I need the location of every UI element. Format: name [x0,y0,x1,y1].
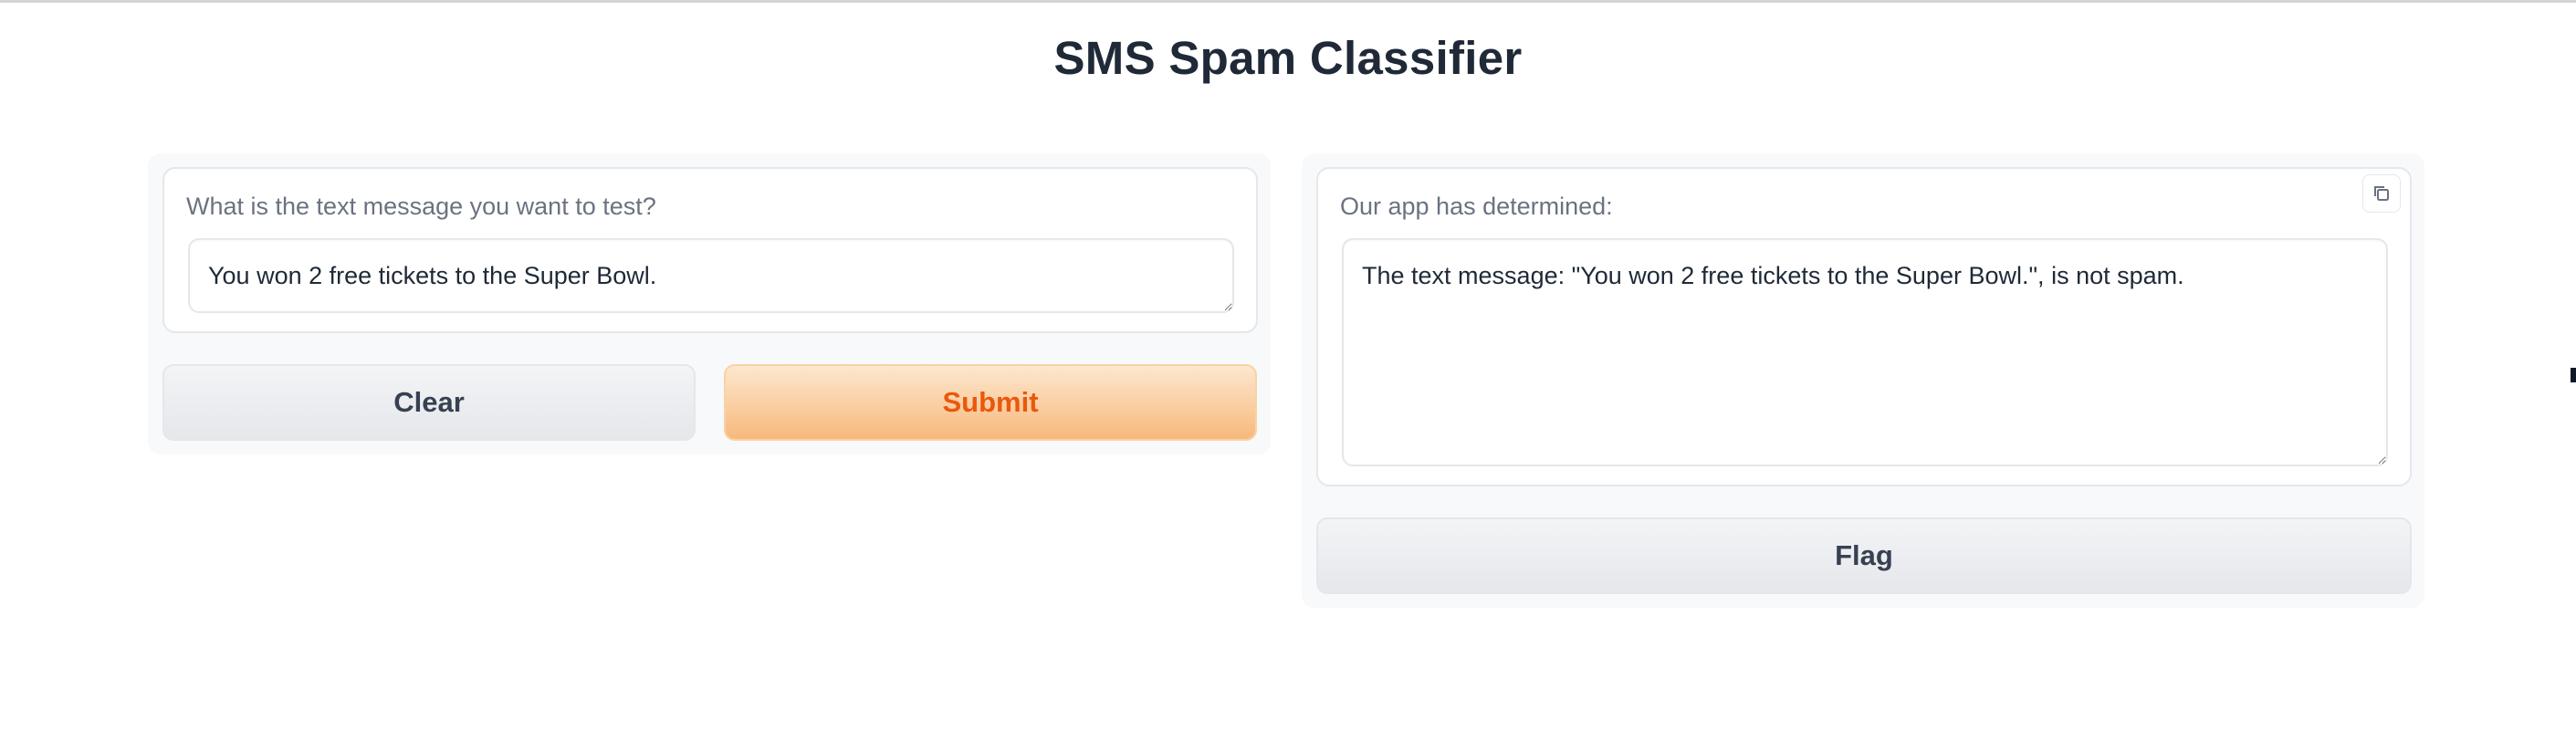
top-border [0,0,2576,3]
result-output[interactable] [1342,238,2388,466]
text-cursor-marker [2571,368,2576,382]
copy-button[interactable] [2362,174,2401,213]
output-panel: Our app has determined: Flag [1302,153,2424,608]
message-input-label: What is the text message you want to tes… [186,193,656,220]
clear-button[interactable]: Clear [162,364,696,441]
copy-icon [2374,186,2389,201]
message-input-block: What is the text message you want to tes… [162,167,1258,333]
result-output-block: Our app has determined: [1316,167,2412,486]
message-input[interactable] [188,238,1234,313]
flag-button[interactable]: Flag [1316,517,2412,594]
page-title: SMS Spam Classifier [1053,32,1523,84]
submit-button[interactable]: Submit [724,364,1257,441]
result-output-label: Our app has determined: [1340,193,1613,220]
input-panel: What is the text message you want to tes… [148,153,1271,454]
